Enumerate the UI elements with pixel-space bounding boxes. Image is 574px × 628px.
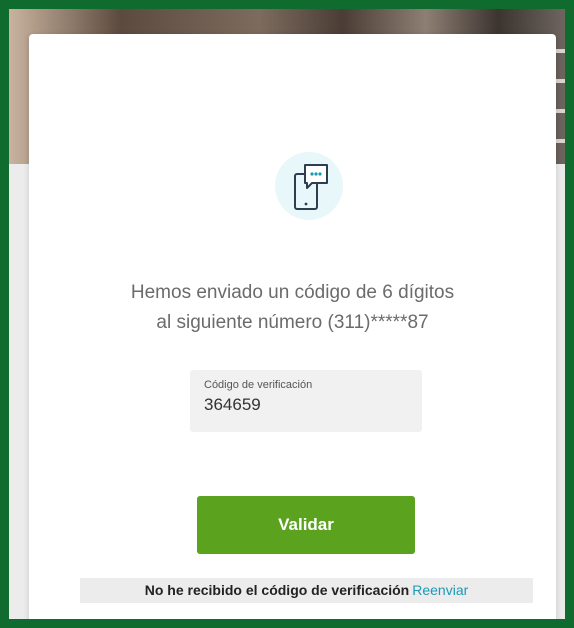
verification-code-label: Código de verificación [204,379,313,391]
resend-link[interactable]: Reenviar [412,582,468,598]
verification-modal: Hemos enviado un código de 6 dígitos al … [29,34,556,619]
validate-button[interactable]: Validar [197,496,415,554]
page-frame: Hemos enviado un código de 6 dígitos al … [0,0,574,628]
phone-chat-icon [275,152,343,220]
verification-code-input[interactable] [204,395,404,415]
background-left [9,164,29,619]
verification-code-field[interactable]: Código de verificación [190,370,422,432]
message-line-1: Hemos enviado un código de 6 dígitos [130,282,455,303]
verification-message: Hemos enviado un código de 6 dígitos al … [29,278,556,338]
resend-bar: No he recibido el código de verificación… [80,578,533,603]
not-received-text: No he recibido el código de verificación [144,582,410,598]
message-line-2: al siguiente número (311)*****87 [156,312,429,333]
